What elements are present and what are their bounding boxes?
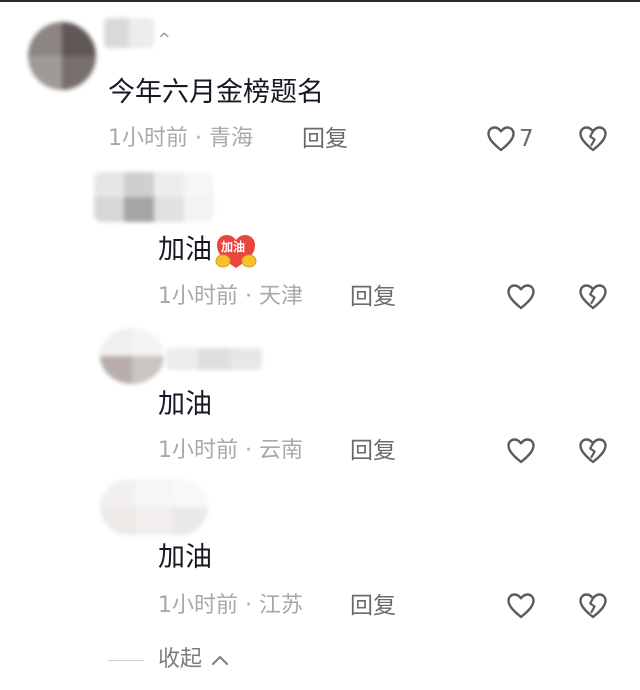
username-blur bbox=[166, 348, 262, 370]
reply-button[interactable]: 回复 bbox=[350, 591, 396, 621]
comment-location: 青海 bbox=[209, 126, 254, 151]
meta-separator: · bbox=[245, 438, 259, 463]
avatar[interactable] bbox=[94, 172, 214, 222]
meta-separator: · bbox=[245, 284, 259, 309]
broken-heart-icon[interactable] bbox=[579, 593, 607, 619]
username-blur bbox=[104, 18, 154, 48]
comment-meta: 1小时前 · 青海 bbox=[108, 124, 253, 154]
avatar[interactable] bbox=[100, 328, 164, 384]
reply-text: 加油 bbox=[158, 234, 212, 266]
comment-time: 1小时前 bbox=[158, 438, 238, 463]
comment-location: 天津 bbox=[259, 284, 304, 309]
comment-time: 1小时前 bbox=[158, 593, 238, 618]
comment-meta: 1小时前 · 云南 bbox=[158, 436, 303, 466]
heart-icon[interactable] bbox=[507, 438, 535, 464]
comment-time: 1小时前 bbox=[108, 126, 188, 151]
collapse-divider bbox=[108, 660, 144, 661]
reply-text-row: 加油 加油 bbox=[158, 232, 258, 270]
comment-item: ^ 今年六月金榜题名 1小时前 · 青海 回复 7 bbox=[0, 0, 640, 170]
reply-item: 加油 加油 1小时前 · 天津 回复 bbox=[0, 170, 640, 320]
reply-button[interactable]: 回复 bbox=[302, 124, 348, 154]
avatar[interactable] bbox=[100, 479, 208, 535]
heart-icon[interactable] bbox=[507, 593, 535, 619]
reply-item: 加油 1小时前 · 云南 回复 bbox=[0, 320, 640, 475]
comment-location: 云南 bbox=[259, 438, 304, 463]
meta-separator: · bbox=[195, 126, 209, 151]
chevron-up-icon bbox=[211, 654, 229, 666]
like-count: 7 bbox=[519, 126, 534, 152]
collapse-replies-button[interactable]: 收起 bbox=[158, 645, 229, 675]
broken-heart-icon[interactable] bbox=[579, 126, 607, 152]
reply-text: 加油 bbox=[158, 389, 212, 420]
broken-heart-icon[interactable] bbox=[579, 284, 607, 310]
avatar[interactable] bbox=[28, 22, 96, 90]
reply-button[interactable]: 回复 bbox=[350, 436, 396, 466]
collapse-label: 收起 bbox=[158, 647, 203, 672]
reply-button[interactable]: 回复 bbox=[350, 282, 396, 312]
comment-meta: 1小时前 · 江苏 bbox=[158, 591, 303, 621]
sticker-label: 加油 bbox=[221, 240, 246, 254]
comment-location: 江苏 bbox=[259, 593, 304, 618]
reply-text: 加油 bbox=[158, 542, 212, 573]
username[interactable]: ^ bbox=[158, 30, 171, 48]
heart-icon[interactable] bbox=[507, 284, 535, 310]
reply-item: 加油 1小时前 · 江苏 回复 bbox=[0, 475, 640, 635]
broken-heart-icon[interactable] bbox=[579, 438, 607, 464]
comment-meta: 1小时前 · 天津 bbox=[158, 282, 303, 312]
heart-icon bbox=[487, 126, 515, 152]
comment-time: 1小时前 bbox=[158, 284, 238, 309]
comment-text: 今年六月金榜题名 bbox=[108, 77, 324, 108]
jiayou-sticker-icon: 加油 bbox=[214, 232, 258, 270]
meta-separator: · bbox=[245, 593, 259, 618]
like-button[interactable]: 7 bbox=[487, 124, 534, 154]
